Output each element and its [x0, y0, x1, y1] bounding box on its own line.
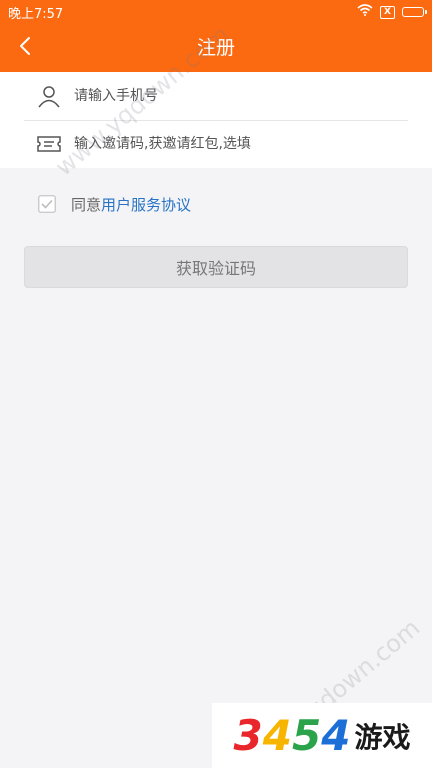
logo-digit-3: 5 — [291, 710, 322, 760]
battery-icon — [402, 7, 427, 17]
get-code-button[interactable]: 获取验证码 — [24, 246, 408, 288]
agree-checkbox[interactable] — [38, 195, 56, 213]
person-icon — [34, 83, 64, 109]
wifi-icon — [357, 4, 373, 20]
logo-digit-1: 3 — [233, 710, 263, 760]
phone-row — [0, 72, 432, 120]
logo-word: 游戏 — [354, 720, 411, 754]
status-time: 晚上7:57 — [8, 6, 64, 22]
status-icons: X — [357, 4, 427, 20]
agreement-row: 同意 用户服务协议 — [38, 192, 191, 216]
site-logo: 3 4 5 4 游戏 — [212, 703, 432, 768]
invite-code-input[interactable] — [72, 135, 396, 153]
agreement-prefix: 同意 — [71, 195, 102, 214]
sim-icon: X — [380, 5, 395, 19]
service-agreement-link[interactable]: 用户服务协议 — [101, 194, 191, 215]
logo-digit-4: 4 — [321, 710, 351, 760]
logo-digit-2: 4 — [262, 710, 292, 760]
checkmark-icon — [38, 195, 56, 213]
